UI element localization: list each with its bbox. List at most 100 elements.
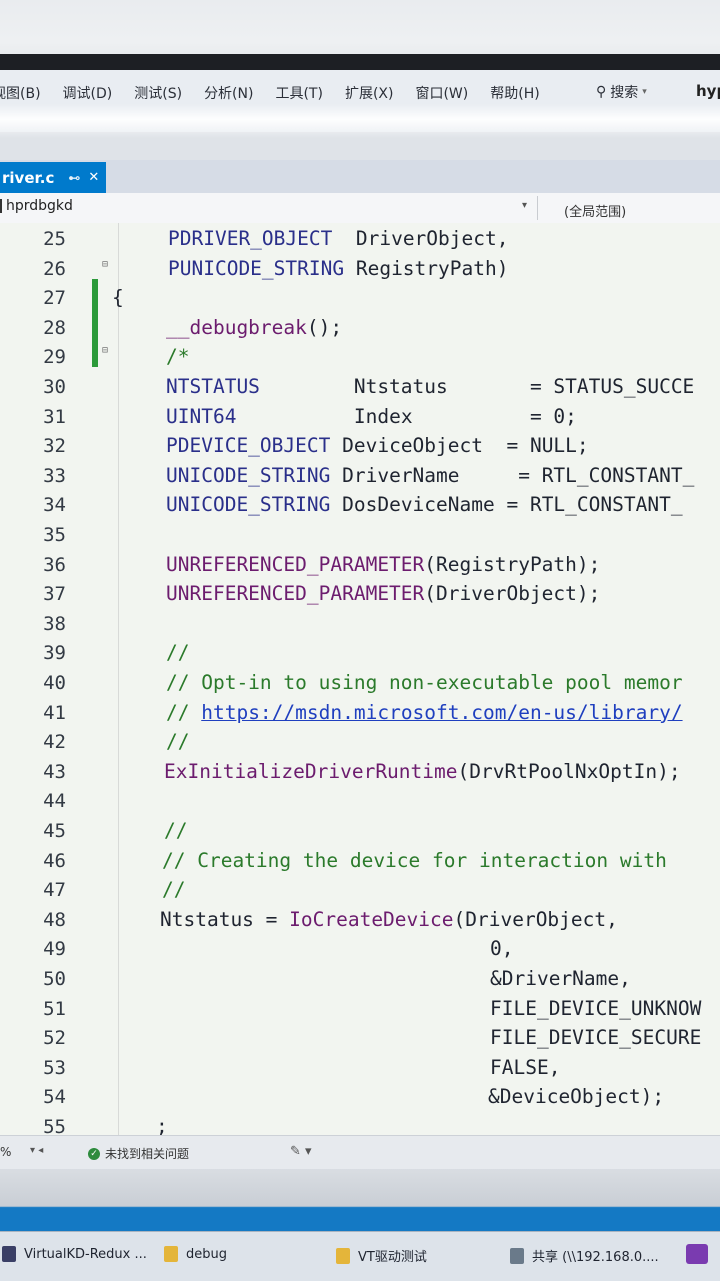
code-text: { <box>112 286 124 310</box>
line-number: 38 <box>43 612 66 635</box>
taskbar-item-debug[interactable]: debug <box>164 1246 227 1262</box>
line-number: 51 <box>43 997 66 1020</box>
line-number: 34 <box>43 494 66 517</box>
code-line[interactable]: 31 UINT64 Index = 0; <box>0 403 720 431</box>
line-number: 47 <box>43 879 66 902</box>
code-line[interactable]: 42 // <box>0 728 720 756</box>
line-number: 52 <box>43 1027 66 1050</box>
menu-item[interactable]: 测试(S) <box>134 83 182 103</box>
taskbar-item-share[interactable]: 共享 (\\192.168.0.... <box>510 1246 659 1265</box>
menu-item[interactable]: 扩展(X) <box>345 83 394 103</box>
code-line[interactable]: 39 // <box>0 639 720 667</box>
issues-indicator[interactable]: ✓ 未找到相关问题 <box>88 1145 189 1162</box>
code-line[interactable]: 45 // <box>0 817 720 845</box>
code-line[interactable]: 37 UNREFERENCED_PARAMETER(DriverObject); <box>0 580 720 608</box>
line-number: 27 <box>43 287 66 310</box>
project-dropdown[interactable]: hprdbgkd <box>0 198 73 214</box>
tab-strip: river.c ⊷ ✕ <box>0 160 720 193</box>
menu-item[interactable]: 工具(T) <box>275 83 322 103</box>
code-text: // Creating the device for interaction w… <box>162 848 667 872</box>
search-label: 搜索 <box>610 85 639 101</box>
code-text: FALSE, <box>490 1055 561 1079</box>
navigation-bar: hprdbgkd ▾ (全局范围) <box>0 193 720 224</box>
code-text: &DriverName, <box>490 967 631 990</box>
code-text: UNICODE_STRING DosDeviceName = RTL_CONST… <box>166 493 683 517</box>
tab-title: river.c <box>2 168 55 187</box>
zoom-level[interactable]: % <box>0 1145 11 1159</box>
line-number: 44 <box>43 790 66 813</box>
line-number: 50 <box>43 968 66 990</box>
code-line[interactable]: 55; <box>0 1113 720 1135</box>
code-line[interactable]: 47 // <box>0 876 720 904</box>
code-line[interactable]: 27 { <box>0 284 720 312</box>
taskbar-label: VT驱动测试 <box>358 1250 427 1265</box>
network-drive-icon <box>510 1247 524 1264</box>
code-line[interactable]: 48 Ntstatus = IoCreateDevice(DriverObject… <box>0 906 720 934</box>
screen-glare <box>0 104 720 138</box>
code-line[interactable]: 32 PDEVICE_OBJECT DeviceObject = NULL; <box>0 432 720 460</box>
line-number: 30 <box>43 376 66 398</box>
code-line[interactable]: 26 PUNICODE_STRING RegistryPath) <box>0 255 720 283</box>
line-number: 43 <box>43 760 66 783</box>
code-line[interactable]: 28 __debugbreak(); <box>0 314 720 342</box>
code-line[interactable]: 51 FILE_DEVICE_UNKNOW <box>0 995 720 1023</box>
close-icon[interactable]: ✕ <box>88 170 99 185</box>
taskbar-label: debug <box>186 1246 227 1262</box>
code-line[interactable]: 34 UNICODE_STRING DosDeviceName = RTL_CON… <box>0 491 720 519</box>
chevron-down-icon[interactable]: ▾ ◂ <box>30 1145 43 1156</box>
menu-item[interactable]: 视图(B) <box>0 83 41 103</box>
code-line[interactable]: 41 // https://msdn.microsoft.com/en-us/li… <box>0 699 720 727</box>
line-number: 35 <box>43 524 66 546</box>
chevron-down-icon: ▾ <box>642 87 647 97</box>
code-line[interactable]: 33 UNICODE_STRING DriverName = RTL_CONSTA… <box>0 462 720 490</box>
folder-icon <box>164 1246 178 1262</box>
brush-icon[interactable]: ✎ ▾ <box>290 1144 312 1159</box>
code-line[interactable]: 53 FALSE, <box>0 1054 720 1082</box>
code-text: PDEVICE_OBJECT DeviceObject = NULL; <box>166 434 589 458</box>
code-line[interactable]: 49 0, <box>0 935 720 963</box>
taskbar-label: VirtualKD-Redux ... <box>24 1246 147 1262</box>
scope-dropdown[interactable]: (全局范围) <box>564 201 626 220</box>
taskbar-item-visual-studio[interactable] <box>686 1244 708 1264</box>
code-line[interactable]: 36 UNREFERENCED_PARAMETER(RegistryPath); <box>0 551 720 579</box>
code-line[interactable]: 43 ExInitializeDriverRuntime(DrvRtPoolNxO… <box>0 758 720 786</box>
line-number: 31 <box>43 405 66 428</box>
code-line[interactable]: 35 <box>0 521 720 549</box>
code-line[interactable]: 50 &DriverName, <box>0 965 720 993</box>
code-text: // <box>166 641 190 665</box>
code-text: UNREFERENCED_PARAMETER(DriverObject); <box>166 582 601 606</box>
taskbar-item-vt-test[interactable]: VT驱动测试 <box>336 1246 427 1265</box>
chevron-down-icon[interactable]: ▾ <box>522 200 527 211</box>
code-text: FILE_DEVICE_UNKNOW <box>490 996 702 1020</box>
project-name: hprdbgkd <box>6 198 73 214</box>
taskbar-item-virtualkd[interactable]: VirtualKD-Redux ... <box>2 1246 147 1262</box>
code-line[interactable]: 44 <box>0 787 720 815</box>
code-text: UINT64 Index = 0; <box>166 404 577 428</box>
code-line[interactable]: 38 <box>0 610 720 638</box>
folder-icon <box>336 1247 350 1264</box>
issues-message: 未找到相关问题 <box>105 1147 190 1161</box>
line-number: 36 <box>43 553 66 576</box>
code-line[interactable]: 29 /* <box>0 343 720 371</box>
code-line[interactable]: 54 &DeviceObject); <box>0 1083 720 1111</box>
menu-item[interactable]: 窗口(W) <box>415 83 468 103</box>
code-text: UNICODE_STRING DriverName = RTL_CONSTANT… <box>166 463 695 487</box>
code-line[interactable]: 46 // Creating the device for interaction… <box>0 847 720 875</box>
code-line[interactable]: 52 FILE_DEVICE_SECURE <box>0 1024 720 1052</box>
code-line[interactable]: 30 NTSTATUS Ntstatus = STATUS_SUCCE <box>0 373 720 401</box>
menu-item[interactable]: 调试(D) <box>63 83 113 103</box>
code-editor[interactable]: ⊟ ⊟ 25 PDRIVER_OBJECT DriverObject, 26 PUNI… <box>0 223 720 1135</box>
status-bar: % ▾ ◂ ✓ 未找到相关问题 ✎ ▾ <box>0 1135 720 1170</box>
menu-item[interactable]: 分析(N) <box>204 83 253 103</box>
pin-icon[interactable]: ⊷ <box>68 171 80 185</box>
code-text: // <box>166 730 190 754</box>
code-line[interactable]: 40 // Opt-in to using non-executable pool… <box>0 669 720 697</box>
line-number: 29 <box>43 346 66 369</box>
search-box[interactable]: ⚲ 搜索 ▾ <box>596 82 647 102</box>
tab-active-file[interactable]: river.c ⊷ ✕ <box>0 162 106 193</box>
user-label[interactable]: hyp <box>696 82 720 100</box>
code-line[interactable]: 25 PDRIVER_OBJECT DriverObject, <box>0 225 720 253</box>
menu-item[interactable]: 帮助(H) <box>490 83 539 103</box>
code-text: PDRIVER_OBJECT DriverObject, <box>168 227 509 250</box>
line-number: 55 <box>43 1116 66 1135</box>
